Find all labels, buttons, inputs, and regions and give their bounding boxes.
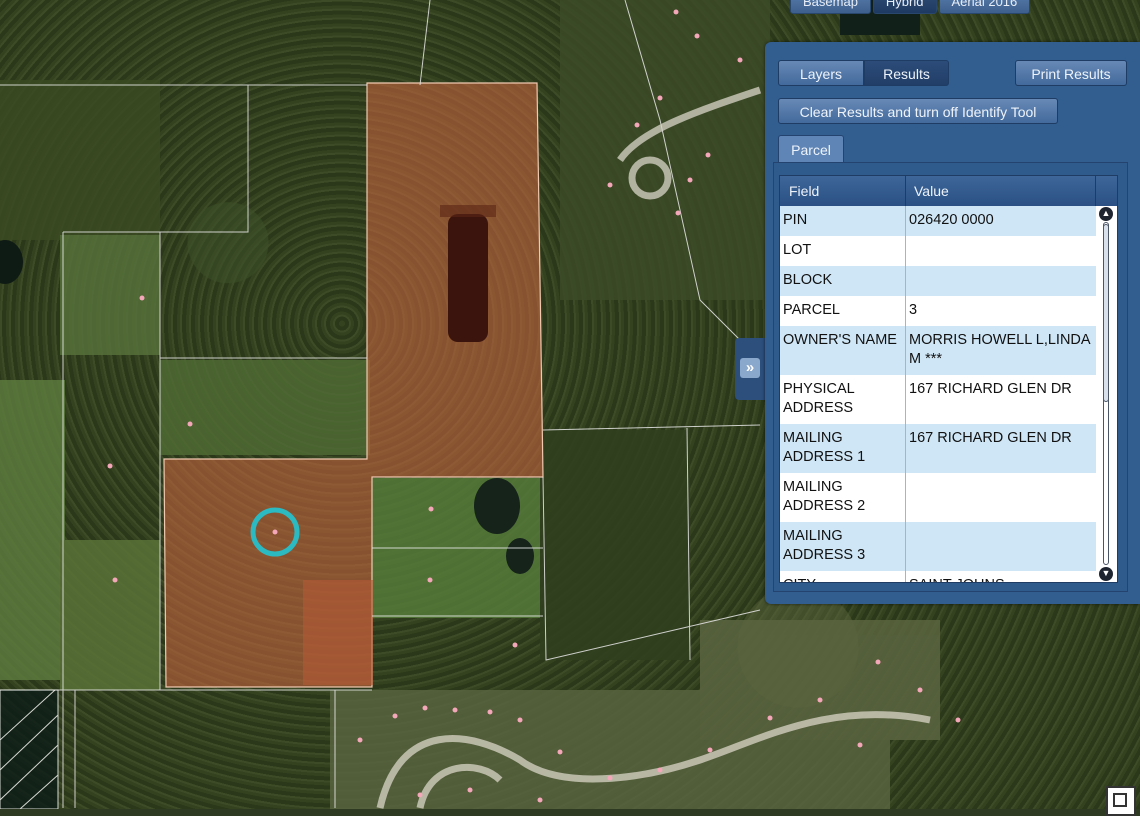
panel-collapse-toggle[interactable]: » — [735, 338, 765, 400]
print-results-button[interactable]: Print Results — [1015, 60, 1127, 86]
value-cell: 167 RICHARD GLEN DR — [909, 430, 1072, 446]
table-row[interactable]: MAILING ADDRESS 2 — [780, 473, 1096, 522]
field-cell: PHYSICAL ADDRESS — [780, 375, 906, 424]
field-cell: PIN — [780, 206, 906, 236]
pond — [448, 214, 488, 342]
value-cell: SAINT JOHNS — [906, 571, 1096, 582]
scroll-thumb[interactable] — [1103, 224, 1109, 402]
grid-rows[interactable]: PIN 026420 0000 LOT BLOCK PARCEL 3 OWNER'S NAM… — [780, 206, 1096, 582]
table-row[interactable]: BLOCK — [780, 266, 1096, 296]
hatched-area — [0, 689, 59, 809]
basemap-button[interactable]: Basemap — [790, 0, 871, 14]
field-cell: CITY — [780, 571, 906, 582]
results-panel: Layers Results Print Results Clear Resul… — [765, 42, 1140, 604]
scroll-up-icon[interactable]: ▲ — [1099, 207, 1113, 221]
value-cell — [906, 266, 1096, 296]
overview-map-icon[interactable] — [1106, 786, 1136, 816]
basemap-switcher: Basemap Hybrid Aerial 2016 — [790, 0, 1031, 14]
value-cell: MORRIS HOWELL L,LINDA M *** — [909, 332, 1090, 367]
hybrid-button[interactable]: Hybrid — [872, 0, 937, 14]
grid-header: Field Value — [780, 176, 1117, 206]
scroll-down-icon[interactable]: ▼ — [1099, 567, 1113, 581]
aerial-2016-button[interactable]: Aerial 2016 — [938, 0, 1031, 14]
table-row[interactable]: MAILING ADDRESS 1 167 RICHARD GLEN DR — [780, 424, 1096, 473]
value-cell: 167 RICHARD GLEN DR — [909, 381, 1072, 397]
table-row[interactable]: PIN 026420 0000 — [780, 206, 1096, 236]
pond — [474, 478, 520, 534]
table-row[interactable]: MAILING ADDRESS 3 — [780, 522, 1096, 571]
field-cell: MAILING ADDRESS 2 — [780, 473, 906, 522]
value-cell — [906, 236, 1096, 266]
table-row[interactable]: LOT — [780, 236, 1096, 266]
results-grid: Field Value PIN 026420 0000 LOT BLOCK PARCEL… — [779, 175, 1118, 583]
double-chevron-right-icon[interactable]: » — [740, 358, 760, 378]
pond — [0, 240, 23, 284]
tab-parcel[interactable]: Parcel — [778, 135, 844, 164]
pond — [506, 538, 534, 574]
grid-scrollbar[interactable]: ▲ ▼ — [1096, 206, 1117, 582]
column-header-field[interactable]: Field — [780, 176, 906, 206]
table-row[interactable]: OWNER'S NAME MORRIS HOWELL L,LINDA M *** — [780, 326, 1096, 375]
results-tab-button[interactable]: Results — [864, 60, 949, 86]
table-row[interactable]: PHYSICAL ADDRESS 167 RICHARD GLEN DR — [780, 375, 1096, 424]
field-cell: OWNER'S NAME — [780, 326, 906, 375]
field-cell: MAILING ADDRESS 1 — [780, 424, 906, 473]
value-cell — [906, 522, 1096, 571]
table-row[interactable]: PARCEL 3 — [780, 296, 1096, 326]
layers-tab-button[interactable]: Layers — [778, 60, 864, 86]
column-header-value[interactable]: Value — [906, 176, 1096, 206]
table-row[interactable]: CITYSAINT JOHNS — [780, 571, 1096, 582]
value-cell: 3 — [909, 302, 918, 318]
field-cell: LOT — [780, 236, 906, 266]
field-cell: PARCEL — [780, 296, 906, 326]
value-cell — [906, 473, 1096, 522]
value-cell: 026420 0000 — [909, 212, 994, 228]
field-cell: MAILING ADDRESS 3 — [780, 522, 906, 571]
clear-results-button[interactable]: Clear Results and turn off Identify Tool — [778, 98, 1058, 124]
field-cell: BLOCK — [780, 266, 906, 296]
